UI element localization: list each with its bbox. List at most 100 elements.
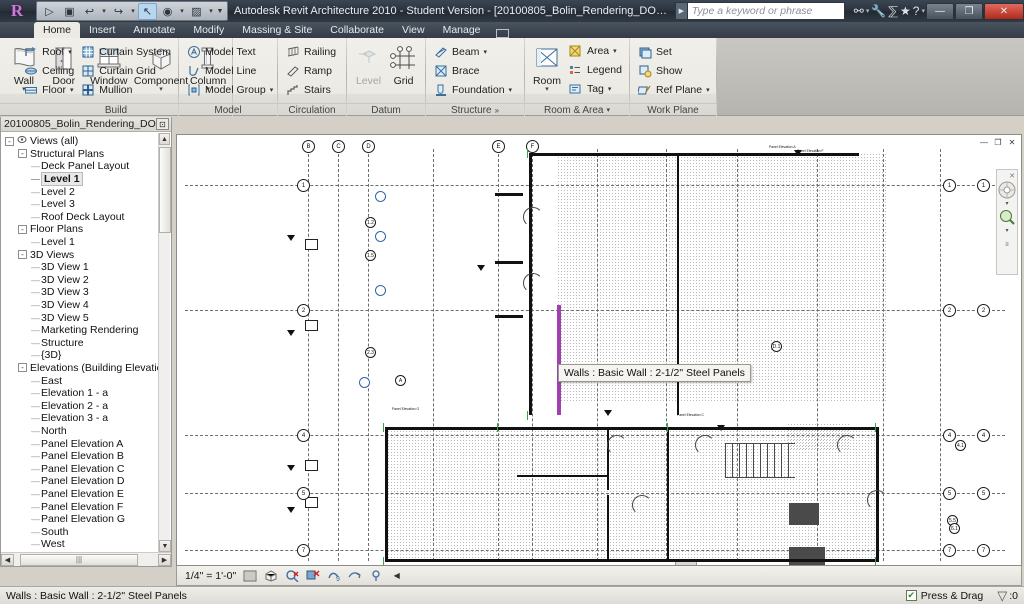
undo-dropdown-icon[interactable]: ▾ [100, 7, 108, 15]
tab-manage[interactable]: Manage [434, 22, 490, 38]
restore-button[interactable]: ❐ [955, 3, 983, 20]
filter-icon[interactable]: ▽ [997, 588, 1007, 604]
grid-bubble[interactable] [375, 191, 386, 202]
browser-node[interactable]: —Level 1 [1, 236, 158, 249]
curtain-system-button[interactable]: Curtain System [77, 43, 174, 61]
view-minimize-icon[interactable]: — [978, 137, 990, 147]
grid-bubble[interactable]: 2 [977, 304, 990, 317]
tree-expander-icon[interactable]: - [18, 149, 27, 158]
grid-bubble[interactable]: 2 [297, 304, 310, 317]
view-scale-label[interactable]: 1/4" = 1'-0" [185, 570, 236, 582]
grid-bubble[interactable]: 7 [943, 544, 956, 557]
foundation-dropdown-icon[interactable]: ▾ [509, 86, 513, 94]
browser-node[interactable]: —Panel Elevation C [1, 462, 158, 475]
browser-node[interactable]: -Floor Plans [1, 223, 158, 236]
save-icon[interactable]: ▣ [60, 3, 79, 20]
3d-dropdown-icon[interactable]: ▾ [178, 7, 186, 15]
search-input[interactable]: Type a keyword or phrase [687, 2, 845, 20]
browser-node[interactable]: —Panel Elevation A [1, 437, 158, 450]
redo-dropdown-icon[interactable]: ▾ [129, 7, 137, 15]
view-restore-icon[interactable]: ❐ [992, 137, 1004, 147]
room-area-panel-dropdown-icon[interactable]: ▾ [606, 106, 610, 114]
browser-node[interactable]: —Elevation 3 - a [1, 412, 158, 425]
browser-node[interactable]: —Elevation 2 - a [1, 399, 158, 412]
hscroll-thumb[interactable]: ||| [20, 554, 138, 566]
grid-bubble[interactable]: D [362, 140, 375, 153]
zoom-icon[interactable] [997, 207, 1017, 227]
brace-button[interactable]: Brace [430, 62, 515, 80]
interior-wall-upper-1[interactable] [495, 193, 523, 196]
exterior-wall-lower-left[interactable] [385, 427, 388, 562]
browser-node[interactable]: —North [1, 425, 158, 438]
floor-button[interactable]: Floor ▾ [20, 81, 77, 99]
grid-bubble[interactable]: 4 [977, 429, 990, 442]
tree-expander-icon[interactable]: - [18, 225, 27, 234]
grid-bubble[interactable]: 5 [297, 487, 310, 500]
structure-panel-expand-icon[interactable]: » [495, 106, 499, 115]
grid-bubble[interactable]: C [332, 140, 345, 153]
browser-node[interactable]: —Level 1 [1, 173, 158, 186]
door-swing-arc[interactable] [632, 495, 652, 515]
open-icon[interactable]: ▷ [40, 3, 59, 20]
model-text-button[interactable]: Model Text [183, 43, 276, 61]
tree-expander-icon[interactable]: - [18, 250, 27, 259]
grid-bubble[interactable] [375, 285, 386, 296]
section-box-icon[interactable]: ▨ [187, 3, 206, 20]
door-swing-arc[interactable] [607, 435, 627, 455]
exterior-wall-top[interactable] [529, 153, 859, 156]
ribbon-minimize-icon[interactable] [496, 29, 509, 38]
model-group-dropdown-icon[interactable]: ▾ [270, 86, 274, 94]
area-dropdown-icon[interactable]: ▾ [613, 47, 617, 55]
pin-icon[interactable]: ⊡ [156, 118, 169, 130]
browser-node[interactable]: -Elevations (Building Elevation [1, 362, 158, 375]
infocenter-expand-icon[interactable]: ▶ [675, 2, 687, 20]
scroll-down-arrow[interactable]: ▼ [159, 540, 171, 552]
interior-wall-upper-3[interactable] [495, 315, 523, 318]
tab-view[interactable]: View [393, 22, 434, 38]
project-browser-tree[interactable]: -Views (all)-Structural Plans—Deck Panel… [1, 133, 158, 552]
search-icon[interactable]: ⚯ [854, 4, 864, 18]
browser-node[interactable]: —{3D} [1, 349, 158, 362]
door-tag-block[interactable] [305, 460, 318, 471]
floor-plan-canvas[interactable]: BCDEF1112224445557771.21.52.3D.1A4.15.56… [177, 135, 1021, 565]
room-button[interactable]: Room ▾ [529, 40, 565, 93]
roof-dropdown-icon[interactable]: ▾ [68, 48, 72, 56]
grid-bubble[interactable]: 1 [943, 179, 956, 192]
door-tag-block[interactable] [305, 320, 318, 331]
interior-wall-upper-2[interactable] [495, 261, 523, 264]
temporary-hide-isolate-icon[interactable]: ◀ [389, 568, 404, 583]
browser-node[interactable]: —Panel Elevation G [1, 513, 158, 526]
stairs-button[interactable]: Stairs [282, 81, 339, 99]
browser-vertical-scrollbar[interactable]: ▲ ▼ [158, 133, 170, 552]
grid-bubble[interactable]: 1.2 [365, 217, 376, 228]
railing-button[interactable]: Railing [282, 43, 339, 61]
exterior-wall-lower-bottom[interactable] [385, 559, 879, 562]
elevation-marker-icon[interactable] [604, 410, 612, 416]
ceiling-button[interactable]: Ceiling [20, 62, 77, 80]
grid-bubble[interactable]: 5 [943, 487, 956, 500]
roof-button[interactable]: Roof ▾ [20, 43, 77, 61]
grid-bubble[interactable]: 2 [943, 304, 956, 317]
grid-bubble[interactable]: 7 [297, 544, 310, 557]
vscroll-thumb[interactable] [159, 147, 171, 233]
interior-wall-lower-vert-2[interactable] [607, 495, 609, 561]
floor-dropdown-icon[interactable]: ▾ [70, 86, 74, 94]
room-dropdown-icon[interactable]: ▾ [545, 87, 549, 93]
browser-node[interactable]: —Level 2 [1, 185, 158, 198]
grid-bubble[interactable]: 1 [977, 179, 990, 192]
revit-logo-icon[interactable]: R [0, 0, 34, 22]
navbar-close-icon[interactable]: ✕ [1009, 172, 1017, 180]
tree-expander-icon[interactable]: - [18, 363, 27, 372]
level-button[interactable]: Level [351, 40, 386, 87]
browser-node[interactable]: —South [1, 525, 158, 538]
view-close-icon[interactable]: ✕ [1006, 137, 1018, 147]
model-line-button[interactable]: Model Line [183, 62, 276, 80]
grid-bubble[interactable]: D.1 [771, 341, 782, 352]
close-button[interactable]: ✕ [984, 3, 1024, 20]
tab-annotate[interactable]: Annotate [124, 22, 184, 38]
browser-node[interactable]: —Roof Deck Layout [1, 211, 158, 224]
visual-style-icon[interactable] [263, 568, 278, 583]
elevation-marker-icon[interactable] [717, 425, 725, 431]
browser-node[interactable]: —Panel Elevation E [1, 488, 158, 501]
door-tag-block[interactable] [305, 239, 318, 250]
